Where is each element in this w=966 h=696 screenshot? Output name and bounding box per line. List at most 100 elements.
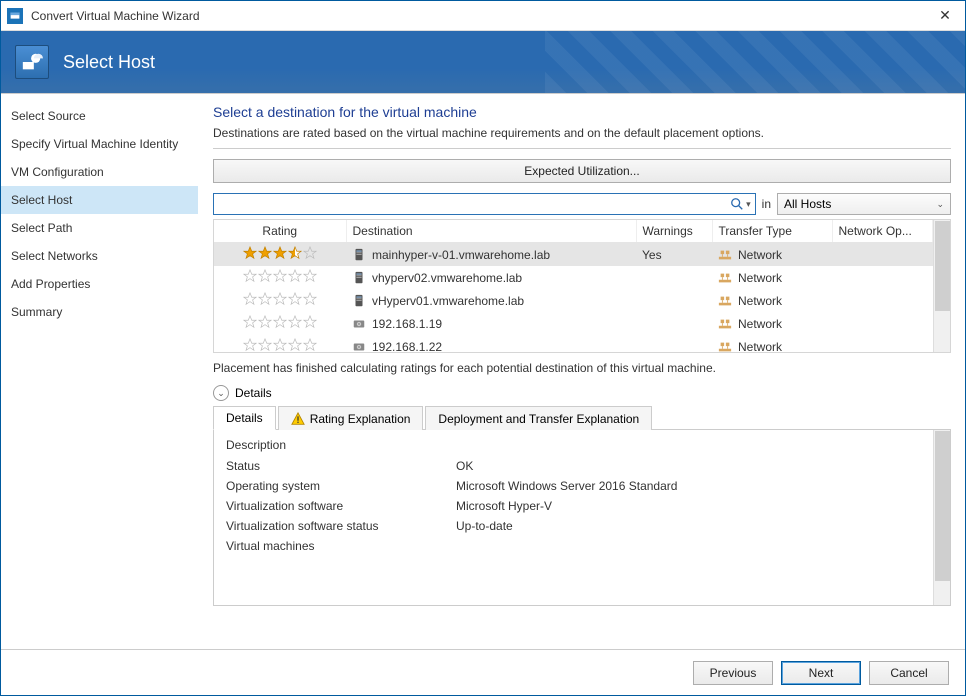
disk-icon	[352, 317, 366, 331]
details-tabs: Details Rating Explanation Deployment an…	[213, 405, 951, 430]
in-label: in	[762, 197, 771, 211]
star-icon	[258, 269, 272, 283]
star-icon	[243, 338, 257, 352]
description-label: Description	[226, 438, 921, 452]
col-destination[interactable]: Destination	[346, 220, 636, 243]
next-button[interactable]: Next	[781, 661, 861, 685]
search-icon[interactable]	[730, 197, 744, 211]
table-row[interactable]: mainhyper-v-01.vmwarehome.lab Yes Networ…	[214, 243, 933, 267]
cell-warnings	[636, 312, 712, 335]
details-scrollbar[interactable]	[933, 430, 950, 605]
search-row: ▾ in All Hosts ⌄	[213, 193, 951, 215]
title-bar: Convert Virtual Machine Wizard ✕	[1, 1, 965, 31]
detail-row: Virtualization software statusUp-to-date	[226, 516, 921, 536]
cell-network-opt	[832, 335, 933, 353]
table-row[interactable]: vhyperv02.vmwarehome.lab Network	[214, 266, 933, 289]
cell-transfer-type: Network	[712, 243, 832, 267]
star-icon	[303, 269, 317, 283]
nav-summary[interactable]: Summary	[1, 298, 198, 326]
network-icon	[718, 317, 732, 331]
star-icon	[258, 246, 272, 260]
star-icon	[303, 338, 317, 352]
nav-select-path[interactable]: Select Path	[1, 214, 198, 242]
detail-row: Virtual machines	[226, 536, 921, 556]
cell-rating	[214, 289, 346, 312]
table-header-row: Rating Destination Warnings Transfer Typ…	[214, 220, 933, 243]
scope-combo[interactable]: All Hosts ⌄	[777, 193, 951, 215]
expected-utilization-button[interactable]: Expected Utilization...	[213, 159, 951, 183]
cell-network-opt	[832, 289, 933, 312]
table-row[interactable]: vHyperv01.vmwarehome.lab Network	[214, 289, 933, 312]
details-header: ⌄ Details	[213, 385, 951, 401]
network-icon	[718, 294, 732, 308]
tab-deployment-explanation[interactable]: Deployment and Transfer Explanation	[425, 406, 652, 430]
star-icon	[273, 338, 287, 352]
col-network-opt[interactable]: Network Op...	[832, 220, 933, 243]
cell-warnings	[636, 335, 712, 353]
star-icon	[303, 246, 317, 260]
star-icon	[273, 246, 287, 260]
close-button[interactable]: ✕	[925, 1, 965, 31]
cell-destination: mainhyper-v-01.vmwarehome.lab	[346, 243, 636, 267]
detail-label: Status	[226, 459, 456, 473]
window-title: Convert Virtual Machine Wizard	[31, 9, 925, 23]
hosts-scrollbar[interactable]	[933, 220, 950, 352]
detail-row: Operating systemMicrosoft Windows Server…	[226, 476, 921, 496]
nav-add-properties[interactable]: Add Properties	[1, 270, 198, 298]
star-icon	[288, 315, 302, 329]
star-icon	[288, 338, 302, 352]
previous-button[interactable]: Previous	[693, 661, 773, 685]
chevron-down-icon: ⌄	[936, 199, 944, 210]
scroll-thumb[interactable]	[935, 431, 950, 581]
scope-combo-value: All Hosts	[784, 197, 831, 211]
star-icon	[273, 292, 287, 306]
search-box: ▾	[213, 193, 756, 215]
table-row[interactable]: 192.168.1.19 Network	[214, 312, 933, 335]
nav-select-host[interactable]: Select Host	[1, 186, 198, 214]
details-toggle-icon[interactable]: ⌄	[213, 385, 229, 401]
col-rating[interactable]: Rating	[214, 220, 346, 243]
server-icon	[352, 248, 366, 262]
cell-transfer-type: Network	[712, 289, 832, 312]
scroll-thumb[interactable]	[935, 221, 950, 311]
tab-details[interactable]: Details	[213, 406, 276, 430]
cell-rating	[214, 243, 346, 267]
search-input[interactable]	[214, 194, 730, 214]
star-icon	[288, 292, 302, 306]
star-icon	[288, 246, 302, 260]
star-icon	[258, 315, 272, 329]
detail-value: Microsoft Hyper-V	[456, 499, 552, 513]
star-icon	[243, 292, 257, 306]
server-icon	[352, 271, 366, 285]
nav-specify-identity[interactable]: Specify Virtual Machine Identity	[1, 130, 198, 158]
cell-network-opt	[832, 243, 933, 267]
banner: Select Host	[1, 31, 965, 93]
tab-details-label: Details	[226, 411, 263, 425]
cell-transfer-type: Network	[712, 312, 832, 335]
col-transfer-type[interactable]: Transfer Type	[712, 220, 832, 243]
cell-destination: vhyperv02.vmwarehome.lab	[346, 266, 636, 289]
cell-network-opt	[832, 266, 933, 289]
col-warnings[interactable]: Warnings	[636, 220, 712, 243]
detail-value: Microsoft Windows Server 2016 Standard	[456, 479, 677, 493]
cancel-button[interactable]: Cancel	[869, 661, 949, 685]
star-icon	[303, 292, 317, 306]
search-controls: ▾	[730, 197, 755, 211]
detail-label: Virtualization software status	[226, 519, 456, 533]
content-area: Select Source Specify Virtual Machine Id…	[1, 93, 965, 649]
nav-select-source[interactable]: Select Source	[1, 102, 198, 130]
banner-icon	[15, 45, 49, 79]
search-dropdown-icon[interactable]: ▾	[746, 199, 751, 210]
cell-warnings	[636, 289, 712, 312]
table-row[interactable]: 192.168.1.22 Network	[214, 335, 933, 353]
network-icon	[718, 271, 732, 285]
nav-select-networks[interactable]: Select Networks	[1, 242, 198, 270]
main-panel: Select a destination for the virtual mac…	[199, 94, 965, 649]
star-icon	[273, 269, 287, 283]
cell-rating	[214, 266, 346, 289]
tab-rating-explanation[interactable]: Rating Explanation	[278, 406, 424, 430]
page-subtext: Destinations are rated based on the virt…	[213, 126, 951, 140]
detail-row: StatusOK	[226, 456, 921, 476]
tab-rating-label: Rating Explanation	[310, 412, 411, 426]
nav-vm-configuration[interactable]: VM Configuration	[1, 158, 198, 186]
